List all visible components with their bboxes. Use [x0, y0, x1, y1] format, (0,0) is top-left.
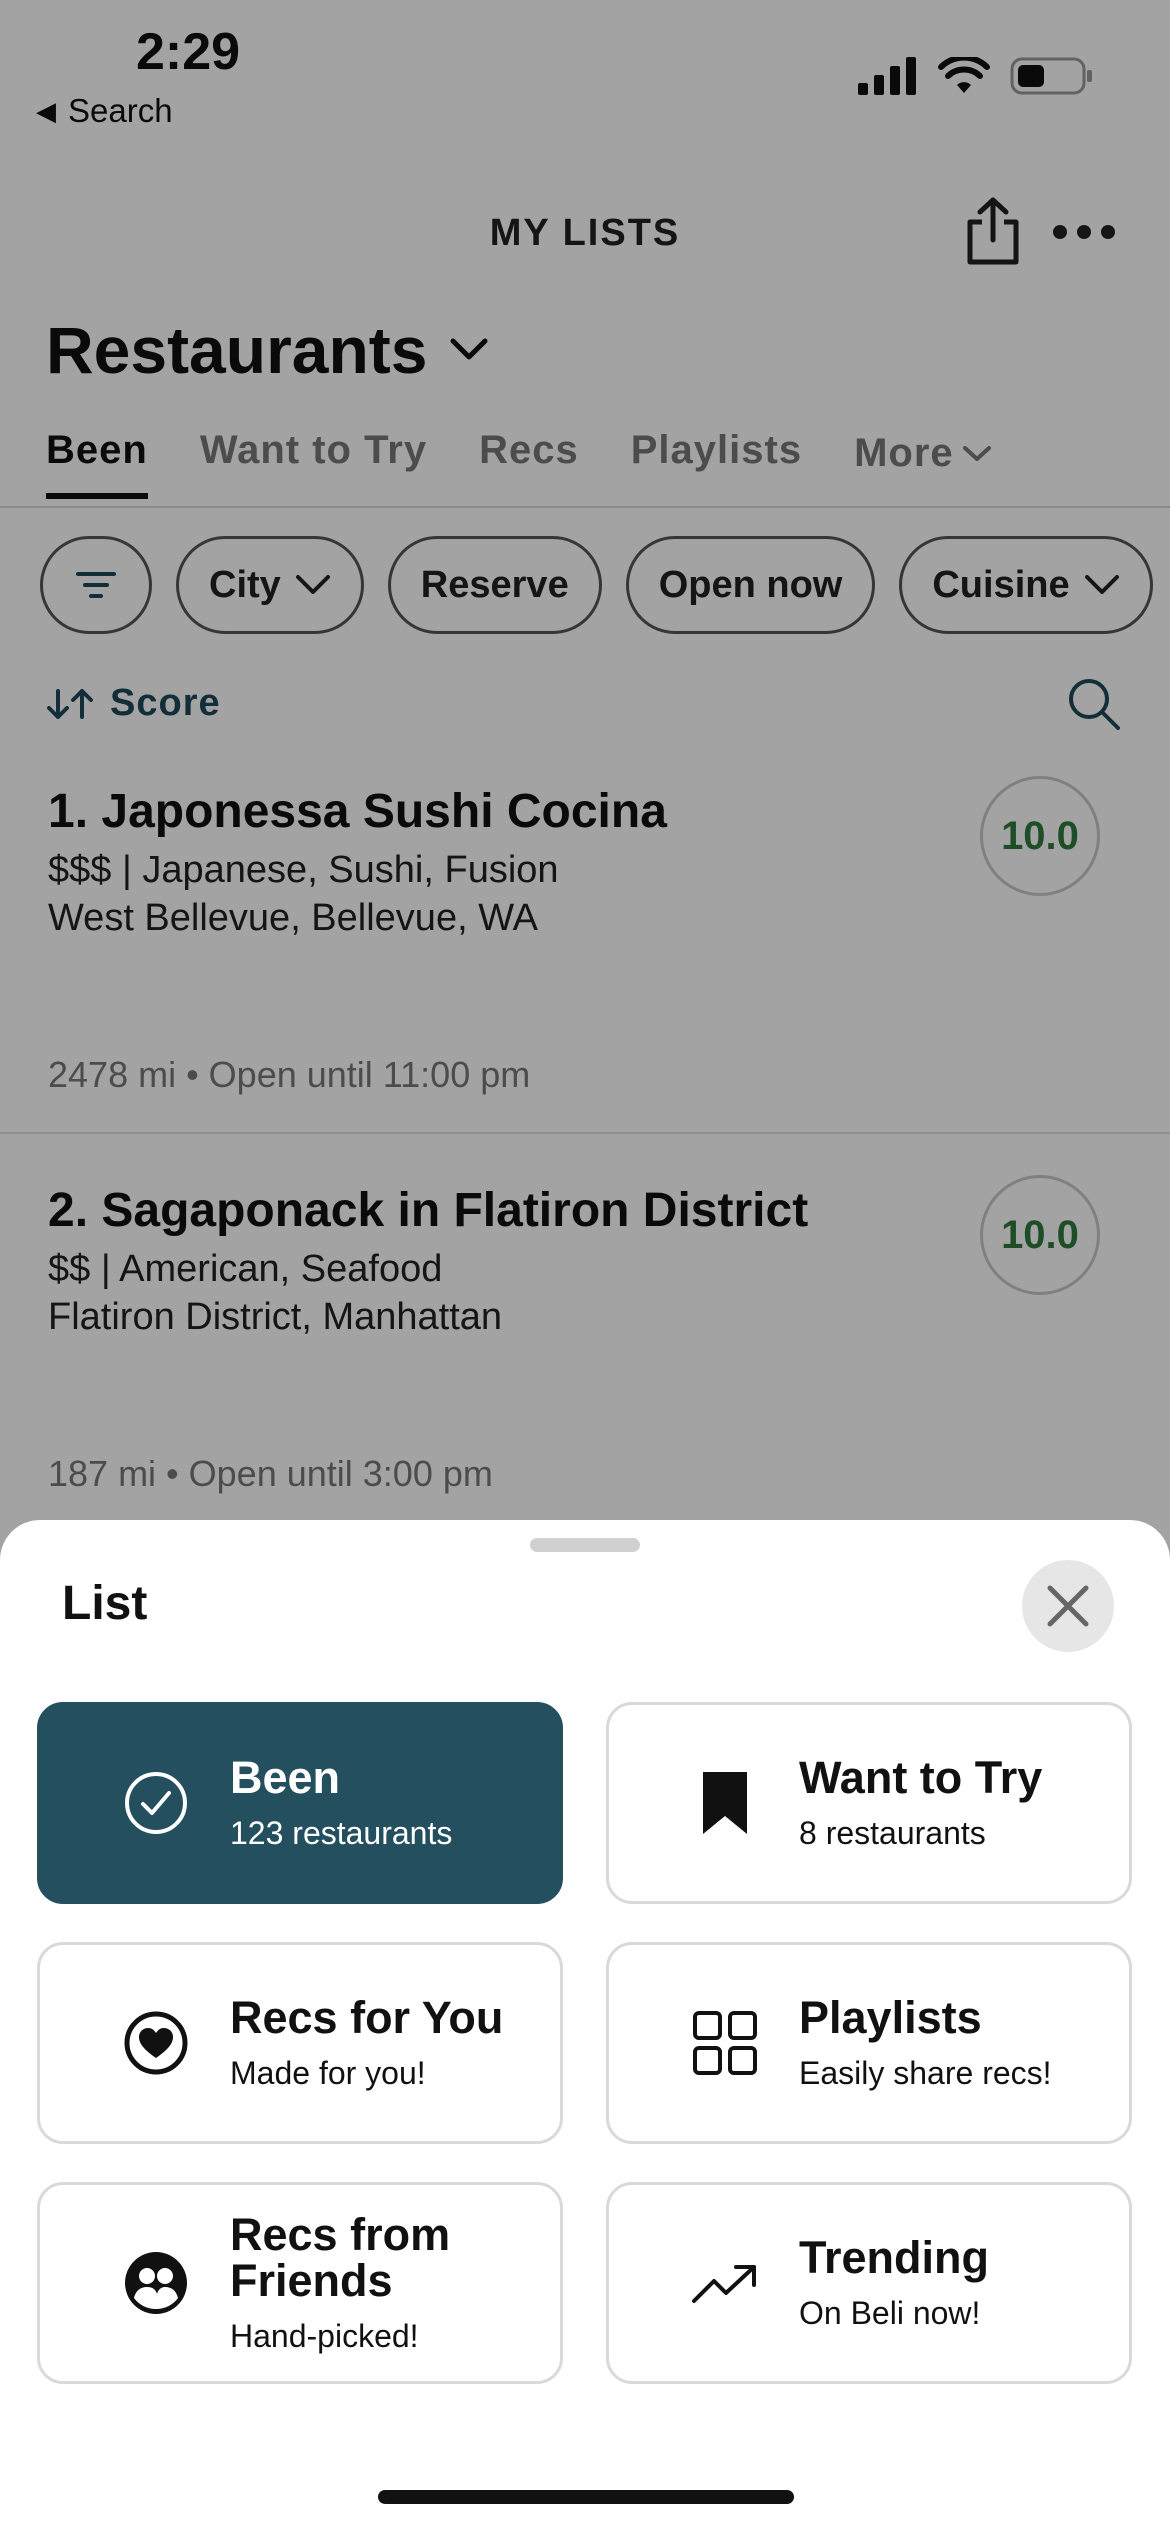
list-option-playlists[interactable]: Playlists Easily share recs!: [606, 1942, 1132, 2144]
option-label: Recs from Friends: [230, 2208, 451, 2306]
screen: 2:29 ◀ Search MY LISTS Restaurants Been …: [0, 0, 1170, 2532]
option-label: Been: [230, 1751, 341, 1803]
option-subtitle: On Beli now!: [799, 2294, 981, 2331]
list-option-trending[interactable]: Trending On Beli now!: [606, 2182, 1132, 2384]
option-label: Trending: [799, 2231, 989, 2283]
grid-icon: [693, 2011, 757, 2075]
heart-circle-icon: [124, 2011, 188, 2075]
trending-icon: [692, 2265, 756, 2303]
close-icon: [1047, 1585, 1089, 1627]
list-option-recs-for-you[interactable]: Recs for You Made for you!: [37, 1942, 563, 2144]
bookmark-icon: [703, 1772, 747, 1834]
list-option-been[interactable]: Been 123 restaurants: [37, 1702, 563, 1904]
option-label: Playlists: [799, 1991, 982, 2043]
sheet-grabber[interactable]: [530, 1538, 640, 1552]
option-label: Want to Try: [799, 1751, 1043, 1803]
list-option-recs-from-friends[interactable]: Recs from Friends Hand-picked!: [37, 2182, 563, 2384]
option-subtitle: 123 restaurants: [230, 1814, 453, 1851]
home-indicator: [378, 2490, 794, 2504]
option-subtitle: Hand-picked!: [230, 2317, 419, 2354]
list-option-want-to-try[interactable]: Want to Try 8 restaurants: [606, 1702, 1132, 1904]
check-circle-icon: [125, 1772, 187, 1834]
list-picker-sheet: List Been 123 restaurants Want to Try 8 …: [0, 1520, 1170, 2532]
friends-icon: [125, 2252, 187, 2314]
option-subtitle: Made for you!: [230, 2054, 426, 2091]
option-label: Recs for You: [230, 1991, 504, 2043]
sheet-title: List: [62, 1577, 148, 1630]
option-subtitle: 8 restaurants: [799, 1814, 986, 1851]
option-subtitle: Easily share recs!: [799, 2054, 1052, 2091]
close-button[interactable]: [1022, 1560, 1114, 1652]
